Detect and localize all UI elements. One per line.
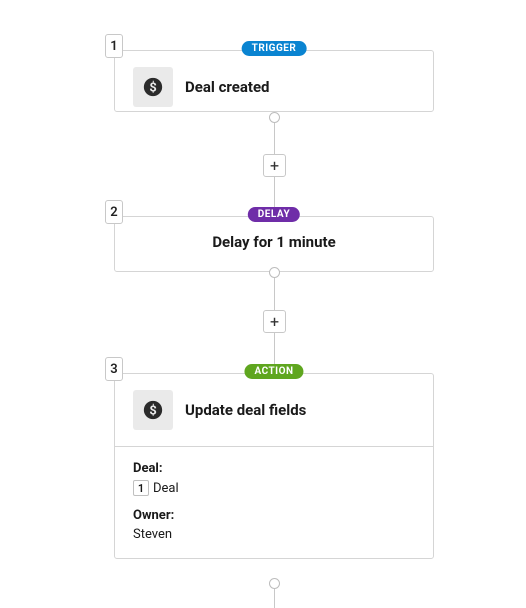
step-number-3: 3 (105, 357, 123, 381)
deal-icon: $ (133, 67, 173, 107)
step-number-1: 1 (105, 34, 123, 58)
detail-owner: Owner: Steven (133, 508, 415, 542)
add-step-button[interactable]: + (263, 310, 286, 333)
detail-deal: Deal: 1 Deal (133, 461, 415, 496)
svg-text:$: $ (149, 81, 156, 96)
connector-line (274, 589, 275, 608)
detail-value: 1 Deal (133, 480, 415, 496)
detail-text: Steven (133, 527, 172, 542)
detail-text: Deal (153, 481, 179, 496)
connector-dot (269, 267, 280, 278)
connector-dot (269, 578, 280, 589)
card-details: Deal: 1 Deal Owner: Steven (115, 446, 433, 558)
step-title: Delay for 1 minute (212, 233, 335, 251)
card-header: $ Update deal fields (115, 374, 433, 446)
deal-icon: $ (133, 390, 173, 430)
add-step-button[interactable]: + (263, 154, 286, 177)
step-title: Update deal fields (185, 401, 306, 419)
detail-value: Steven (133, 527, 415, 542)
detail-label: Owner: (133, 508, 415, 523)
step-number-2: 2 (105, 200, 123, 224)
card-header: Delay for 1 minute (115, 217, 433, 267)
trigger-badge: TRIGGER (242, 41, 307, 56)
step-title: Deal created (185, 78, 270, 96)
action-badge: ACTION (244, 364, 303, 379)
step-card-2[interactable]: 2 DELAY Delay for 1 minute (114, 216, 434, 272)
detail-label: Deal: (133, 461, 415, 476)
svg-text:$: $ (149, 404, 156, 419)
step-card-1[interactable]: 1 TRIGGER $ Deal created (114, 50, 434, 112)
step-card-3[interactable]: 3 ACTION $ Update deal fields Deal: 1 De… (114, 373, 434, 559)
delay-badge: DELAY (248, 207, 300, 222)
reference-chip: 1 (133, 480, 149, 496)
workflow-canvas: 1 TRIGGER $ Deal created + 2 DELAY Delay… (0, 0, 526, 608)
connector-dot (269, 112, 280, 123)
